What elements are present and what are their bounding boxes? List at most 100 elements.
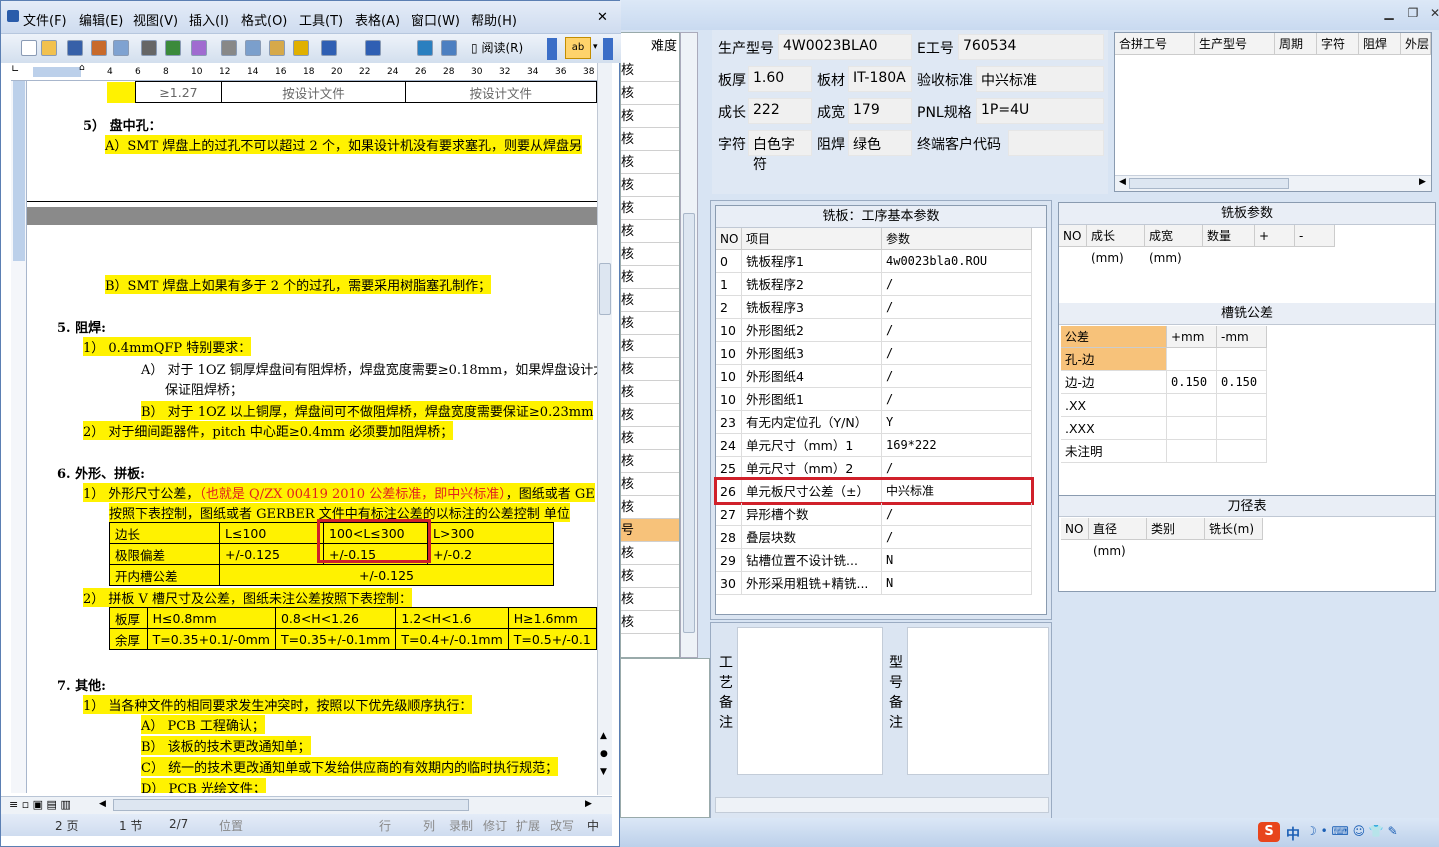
table-row[interactable]: 1 铣板程序2/	[716, 273, 1046, 296]
horizontal-ruler[interactable]: ∟ ⌂ 4 6 8 10 12 14 16 18 20 22 24 26 28 30 32 34 36 38	[11, 63, 609, 81]
vertical-ruler[interactable]	[11, 81, 27, 793]
cut-icon[interactable]	[221, 40, 237, 56]
menu-item[interactable]: 格式(O)	[241, 10, 287, 29]
process-grid[interactable]: 铣板：工序基本参数 NO 项目 参数 0 铣板程序1 4w0023bla0.ROU 1 铣板程…	[714, 205, 1047, 615]
list-item[interactable]: 核	[621, 220, 679, 243]
list-item[interactable]: 核	[621, 381, 679, 404]
scroll-thumb[interactable]	[683, 213, 695, 633]
list-item[interactable]: 核	[621, 128, 679, 151]
column-header[interactable]: 字符	[1317, 33, 1359, 55]
list-item[interactable]: 核	[621, 59, 679, 82]
list-item[interactable]: 核	[621, 450, 679, 473]
list-item[interactable]: 核	[621, 174, 679, 197]
ime-tray-icons[interactable]: ☽ • ⌨ ☺ 👕 ✎	[1306, 824, 1398, 838]
scroll-right-icon[interactable]: ▶	[1419, 177, 1426, 187]
list-item[interactable]: 核	[621, 197, 679, 220]
background-scrollbar[interactable]	[680, 32, 698, 658]
copy-icon[interactable]	[245, 40, 261, 56]
menu-item[interactable]: 表格(A)	[355, 10, 400, 29]
paste-icon[interactable]	[269, 40, 285, 56]
model-field[interactable]: 4W0023BLA0	[778, 34, 912, 60]
column-header[interactable]: NO	[1061, 518, 1089, 540]
prev-page-icon[interactable]: ▲	[600, 731, 607, 741]
list-item[interactable]: 核	[621, 404, 679, 427]
toolbar-chevron-icon-2[interactable]	[603, 38, 613, 60]
table-row[interactable]: 边-边 0.150 0.150	[1061, 371, 1267, 394]
research-icon[interactable]	[191, 40, 207, 56]
length-field[interactable]: 222	[748, 98, 812, 124]
column-header[interactable]: 公差	[1061, 326, 1167, 348]
permission-icon[interactable]	[91, 40, 107, 56]
remark-hscroll[interactable]	[715, 797, 1049, 813]
column-header[interactable]: 直径(mm)	[1089, 518, 1147, 558]
toolbar-chevron-icon[interactable]	[547, 38, 557, 60]
material-field[interactable]: IT-180A	[848, 66, 912, 92]
column-header[interactable]: +	[1255, 225, 1295, 247]
menu-item[interactable]: 编辑(E)	[79, 10, 123, 29]
employee-field[interactable]: 760534	[958, 34, 1104, 60]
list-item[interactable]: 核	[621, 565, 679, 588]
soldermask-field[interactable]: 绿色	[848, 130, 912, 156]
list-item[interactable]: 核	[621, 473, 679, 496]
chevron-down-icon[interactable]: ▾	[593, 42, 598, 52]
scroll-left-icon[interactable]: ◀	[1119, 177, 1126, 187]
list-item[interactable]: 核	[621, 243, 679, 266]
scroll-thumb[interactable]	[599, 263, 611, 315]
merge-grid[interactable]: 合拼工号 生产型号 周期 字符 阻焊 外层 ◀ ▶	[1114, 32, 1432, 192]
table-row[interactable]: 29 钻槽位置不设计铣... N	[716, 549, 1046, 572]
merge-hscroll[interactable]: ◀ ▶	[1115, 175, 1431, 191]
column-header[interactable]: 成宽(mm)	[1145, 225, 1203, 265]
scroll-thumb[interactable]	[1129, 178, 1289, 189]
table-row[interactable]: 27 异形槽个数 /	[716, 503, 1046, 526]
list-item[interactable]: 核	[621, 82, 679, 105]
restore-icon[interactable]: ❐	[1404, 6, 1422, 22]
scroll-right-icon[interactable]: ▶	[585, 799, 592, 809]
status-ext[interactable]: 扩展	[516, 817, 540, 834]
table-row[interactable]: .XXX	[1061, 417, 1267, 440]
word-vscroll[interactable]: ▲ ● ▼	[597, 63, 612, 795]
browse-object-icon[interactable]: ●	[600, 749, 608, 759]
new-doc-icon[interactable]	[21, 40, 37, 56]
open-icon[interactable]	[41, 40, 57, 56]
list-item[interactable]: 核	[621, 358, 679, 381]
close-icon[interactable]: ✕	[1426, 6, 1439, 22]
read-mode-button[interactable]: ▯ 阅读(R)	[471, 38, 545, 58]
table-row[interactable]: 23 有无内定位孔（Y/N） Y	[716, 411, 1046, 434]
document-page[interactable]: ≥1.27 按设计文件 按设计文件 5） 盘中孔： A）SMT 焊盘上的过孔不可…	[27, 81, 597, 793]
tab-stop-icon[interactable]: ∟	[11, 64, 19, 75]
print-icon[interactable]	[141, 40, 157, 56]
status-rec[interactable]: 录制	[449, 817, 473, 834]
list-item[interactable]: 核	[621, 335, 679, 358]
model-remark-field[interactable]	[907, 627, 1049, 775]
next-page-icon[interactable]: ▼	[600, 767, 607, 777]
table-row[interactable]: 未注明	[1061, 440, 1267, 463]
ime-language[interactable]: 中	[1286, 824, 1300, 844]
column-header[interactable]: 合拼工号	[1115, 33, 1195, 55]
menu-item[interactable]: 工具(T)	[299, 10, 343, 29]
table-row[interactable]: 10 外形图纸1/	[716, 388, 1046, 411]
menu-item[interactable]: 文件(F)	[23, 10, 67, 29]
list-item[interactable]: 核	[621, 105, 679, 128]
list-item[interactable]: 号	[621, 519, 679, 542]
standard-field[interactable]: 中兴标准	[976, 66, 1104, 92]
redo-icon[interactable]	[365, 40, 381, 56]
indent-marker-icon[interactable]: ⌂	[79, 63, 85, 73]
list-item[interactable]: 核	[621, 312, 679, 335]
column-header[interactable]: 成长(mm)	[1087, 225, 1145, 265]
column-header[interactable]: 周期	[1275, 33, 1317, 55]
scroll-left-icon[interactable]: ◀	[99, 799, 106, 809]
save-icon[interactable]	[67, 40, 83, 56]
table-row[interactable]: 26 单元板尺寸公差（±） 中兴标准	[714, 477, 1046, 505]
highlight-icon[interactable]: ab	[565, 37, 591, 59]
column-header[interactable]: NO	[1059, 225, 1087, 247]
menu-item[interactable]: 帮助(H)	[471, 10, 517, 29]
list-item[interactable]: 核	[621, 611, 679, 634]
table-row[interactable]: 10 外形图纸3/	[716, 342, 1046, 365]
view-buttons-icon[interactable]: ≡ ▫ ▣ ▤ ▥	[9, 798, 71, 811]
column-header[interactable]: 项目	[742, 228, 882, 250]
column-header[interactable]: 参数	[882, 228, 1032, 250]
scroll-thumb[interactable]	[113, 799, 469, 811]
column-header[interactable]: 铣长(m)	[1205, 518, 1263, 540]
spelling-icon[interactable]	[165, 40, 181, 56]
close-doc-icon[interactable]: ✕	[597, 10, 608, 25]
